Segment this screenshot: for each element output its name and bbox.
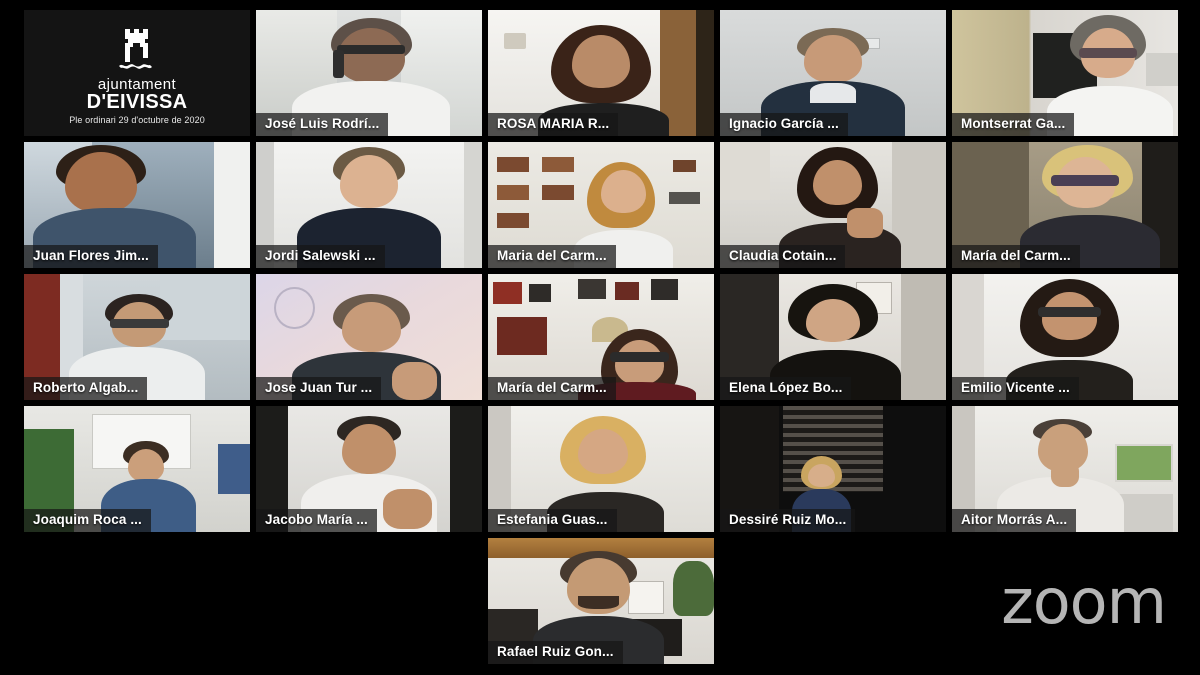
zoom-logo-watermark: zoom <box>1001 565 1167 638</box>
participant-tile-emilio-vicente[interactable]: Emilio Vicente ... <box>952 274 1178 400</box>
participant-name-label: Elena López Bo... <box>720 377 852 400</box>
gallery-row: ajuntament D'EIVISSA Ple ordinari 29 d'o… <box>24 10 1178 136</box>
participant-tile-montserrat-ga[interactable]: Montserrat Ga... <box>952 10 1178 136</box>
zoom-meeting-window: ajuntament D'EIVISSA Ple ordinari 29 d'o… <box>0 0 1200 675</box>
participant-name-label: Maria del Carm... <box>488 245 616 268</box>
participant-tile-elena-lopez-bo[interactable]: Elena López Bo... <box>720 274 946 400</box>
gallery-row: Roberto Algab... Jose Juan Tur ... María… <box>24 274 1178 400</box>
logo-subtitle: Ple ordinari 29 d'octubre de 2020 <box>69 115 205 125</box>
logo-line2: D'EIVISSA <box>86 91 188 113</box>
participant-tile-juan-flores-jimenez[interactable]: Juan Flores Jim... <box>24 142 250 268</box>
participant-tile-jordi-salewski[interactable]: Jordi Salewski ... <box>256 142 482 268</box>
participant-tile-dessire-ruiz-mo[interactable]: Dessiré Ruiz Mo... <box>720 406 946 532</box>
participant-name-label: Montserrat Ga... <box>952 113 1075 136</box>
participant-tile-logo[interactable]: ajuntament D'EIVISSA Ple ordinari 29 d'o… <box>24 10 250 136</box>
participant-tile-claudia-cotain[interactable]: Claudia Cotain... <box>720 142 946 268</box>
participant-tile-estefania-guasch[interactable]: Estefania Guas... <box>488 406 714 532</box>
participant-name-label: Roberto Algab... <box>24 377 148 400</box>
participant-tile-ignacio-garcia[interactable]: Ignacio García ... <box>720 10 946 136</box>
participant-tile-maria-del-carmen-1[interactable]: Maria del Carm... <box>488 142 714 268</box>
participant-name-label: Jacobo María ... <box>256 509 377 532</box>
participant-tile-maria-del-carmen-2[interactable]: María del Carm... <box>952 142 1178 268</box>
participant-tile-rosa-maria-r-active-speaker[interactable]: ROSA MARIA R... <box>488 10 714 136</box>
participant-name-label: Jose Juan Tur ... <box>256 377 382 400</box>
participant-name-label: Aitor Morrás A... <box>952 509 1077 532</box>
participant-name-label: ROSA MARIA R... <box>488 113 619 136</box>
participant-name-label: Ignacio García ... <box>720 113 848 136</box>
participant-tile-jose-luis-rodriguez[interactable]: José Luis Rodrí... <box>256 10 482 136</box>
participant-tile-maria-del-carmen-3[interactable]: María del Carm... <box>488 274 714 400</box>
participant-tile-jacobo-maria[interactable]: Jacobo María ... <box>256 406 482 532</box>
gallery-row: Juan Flores Jim... Jordi Salewski ... Ma… <box>24 142 1178 268</box>
participant-tile-roberto-algaba[interactable]: Roberto Algab... <box>24 274 250 400</box>
participant-tile-rafael-ruiz-gonzalez[interactable]: Rafael Ruiz Gon... <box>488 538 714 664</box>
castle-crest-icon <box>119 29 152 69</box>
participant-name-label: Claudia Cotain... <box>720 245 846 268</box>
gallery-row: Joaquim Roca ... Jacobo María ... Estefa… <box>24 406 1178 532</box>
logo-line1: ajuntament <box>97 76 177 93</box>
participant-name-label: Joaquim Roca ... <box>24 509 151 532</box>
participant-name-label: Emilio Vicente ... <box>952 377 1079 400</box>
participant-name-label: José Luis Rodrí... <box>256 113 389 136</box>
participant-name-label: María del Carm... <box>488 377 616 400</box>
participant-name-label: María del Carm... <box>952 245 1080 268</box>
participant-name-label: Jordi Salewski ... <box>256 245 385 268</box>
participant-name-label: Estefania Guas... <box>488 509 617 532</box>
participant-name-label: Juan Flores Jim... <box>24 245 158 268</box>
participant-tile-joaquim-roca[interactable]: Joaquim Roca ... <box>24 406 250 532</box>
participant-tile-aitor-morras-a[interactable]: Aitor Morrás A... <box>952 406 1178 532</box>
participant-tile-jose-juan-tur[interactable]: Jose Juan Tur ... <box>256 274 482 400</box>
participant-name-label: Dessiré Ruiz Mo... <box>720 509 856 532</box>
participant-name-label: Rafael Ruiz Gon... <box>488 641 623 664</box>
